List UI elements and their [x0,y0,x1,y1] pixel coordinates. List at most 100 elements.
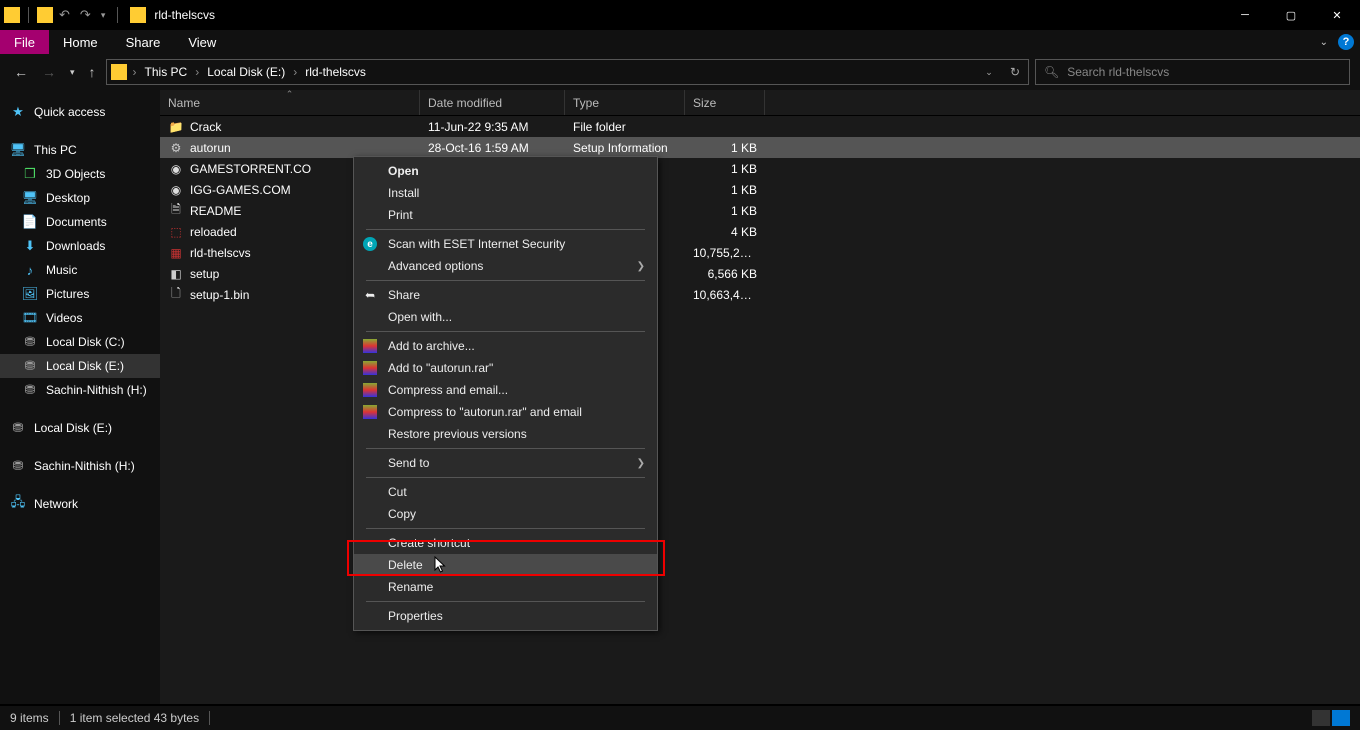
tab-view[interactable]: View [174,30,230,54]
sidebar-item-documents[interactable]: 📄Documents [0,210,160,234]
back-button[interactable]: ← [10,60,32,84]
qat-icon-2[interactable] [37,7,53,23]
file-size: 10,755,264 ... [685,246,765,260]
sidebar-network[interactable]: 🖧Network [0,492,160,516]
qat-icon-1[interactable] [4,7,20,23]
pictures-icon: 🖼 [22,286,38,302]
col-date[interactable]: Date modified [420,90,565,115]
search-icon: 🔍︎ [1044,65,1059,79]
window-title: rld-thelscvs [154,8,215,22]
close-button[interactable]: ✕ [1314,0,1360,30]
file-row[interactable]: ▦rld-thelscvse10,755,264 ... [160,242,1360,263]
ribbon-expand-icon[interactable]: ⌄ [1320,37,1328,48]
videos-icon: 🎞 [22,310,38,326]
file-row[interactable]: 🗋setup-1.bin10,663,487 ... [160,284,1360,305]
recent-dropdown[interactable]: ▾ [66,63,79,82]
undo-icon[interactable]: ↶ [55,7,74,23]
file-row[interactable]: ◉IGG-GAMES.COMut1 KB [160,179,1360,200]
drive-icon: ⛃ [22,382,38,398]
file-size: 1 KB [685,141,765,155]
sidebar-item-disk-c[interactable]: ⛃Local Disk (C:) [0,330,160,354]
sidebar-item-disk-e[interactable]: ⛃Local Disk (E:) [0,354,160,378]
ctx-compress-autorun-email[interactable]: Compress to "autorun.rar" and email [354,401,657,423]
refresh-button[interactable]: ↻ [1002,60,1028,84]
addr-history-dropdown[interactable]: ⌄ [976,60,1002,84]
ctx-delete[interactable]: Delete [354,554,657,576]
ctx-create-shortcut[interactable]: Create shortcut [354,532,657,554]
file-row[interactable]: ⬚reloadedatio...4 KB [160,221,1360,242]
file-icon: ▦ [168,245,184,261]
sidebar-item-downloads[interactable]: ⬇Downloads [0,234,160,258]
view-details-button[interactable] [1312,710,1330,726]
file-row[interactable]: 📁Crack11-Jun-22 9:35 AMFile folder [160,116,1360,137]
col-type[interactable]: Type [565,90,685,115]
address-bar[interactable]: › This PC › Local Disk (E:) › rld-thelsc… [106,59,1029,85]
tab-share[interactable]: Share [112,30,175,54]
view-icons-button[interactable] [1332,710,1350,726]
file-size: 1 KB [685,183,765,197]
ctx-open-with[interactable]: Open with... [354,306,657,328]
rar-icon [362,338,378,354]
tab-home[interactable]: Home [49,30,112,54]
status-item-count: 9 items [10,711,49,725]
ctx-properties[interactable]: Properties [354,605,657,627]
col-size[interactable]: Size [685,90,765,115]
ctx-install[interactable]: Install [354,182,657,204]
title-bar: ↶ ↷ ▾ rld-thelscvs ─ ▢ ✕ [0,0,1360,30]
status-selection: 1 item selected 43 bytes [70,711,199,725]
ctx-add-autorun-rar[interactable]: Add to "autorun.rar" [354,357,657,379]
up-button[interactable]: ↑ [85,60,100,84]
sidebar-item-desktop[interactable]: 🖥Desktop [0,186,160,210]
col-name[interactable]: ⌃Name [160,90,420,115]
sidebar-this-pc[interactable]: 🖥This PC [0,138,160,162]
ctx-eset-scan[interactable]: eScan with ESET Internet Security [354,233,657,255]
minimize-button[interactable]: ─ [1222,0,1268,30]
help-icon[interactable]: ? [1338,34,1354,50]
sidebar-item-3dobjects[interactable]: ❒3D Objects [0,162,160,186]
file-date: 28-Oct-16 1:59 AM [420,141,565,155]
pc-icon: 🖥 [10,142,26,158]
nav-row: ← → ▾ ↑ › This PC › Local Disk (E:) › rl… [0,54,1360,90]
file-row[interactable]: ⚙autorun28-Oct-16 1:59 AMSetup Informati… [160,137,1360,158]
sidebar-ext-disk-e[interactable]: ⛃Local Disk (E:) [0,416,160,440]
forward-button[interactable]: → [38,60,60,84]
ctx-copy[interactable]: Copy [354,503,657,525]
crumb-folder[interactable]: rld-thelscvs [299,60,372,84]
search-input[interactable]: 🔍︎ Search rld-thelscvs [1035,59,1350,85]
addr-folder-icon [111,64,127,80]
crumb-thispc[interactable]: This PC [139,60,194,84]
ctx-compress-email[interactable]: Compress and email... [354,379,657,401]
qat-dropdown[interactable]: ▾ [97,10,110,21]
file-size: 10,663,487 ... [685,288,765,302]
file-row[interactable]: ◧setup6,566 KB [160,263,1360,284]
file-name: README [190,204,241,218]
ctx-share[interactable]: ➦Share [354,284,657,306]
documents-icon: 📄 [22,214,38,230]
ctx-send-to[interactable]: Send to❯ [354,452,657,474]
search-placeholder: Search rld-thelscvs [1067,65,1169,79]
sidebar-item-videos[interactable]: 🎞Videos [0,306,160,330]
file-name: IGG-GAMES.COM [190,183,291,197]
ctx-eset-advanced[interactable]: Advanced options❯ [354,255,657,277]
redo-icon[interactable]: ↷ [76,7,95,23]
file-row[interactable]: ◉GAMESTORRENT.COut1 KB [160,158,1360,179]
sort-asc-icon: ⌃ [286,89,294,100]
ctx-add-archive[interactable]: Add to archive... [354,335,657,357]
maximize-button[interactable]: ▢ [1268,0,1314,30]
ctx-rename[interactable]: Rename [354,576,657,598]
ctx-cut[interactable]: Cut [354,481,657,503]
file-row[interactable]: 🗎READMEt1 KB [160,200,1360,221]
sidebar-item-pictures[interactable]: 🖼Pictures [0,282,160,306]
sidebar-item-sachin[interactable]: ⛃Sachin-Nithish (H:) [0,378,160,402]
ctx-open[interactable]: Open [354,160,657,182]
crumb-drive[interactable]: Local Disk (E:) [201,60,291,84]
tab-file[interactable]: File [0,30,49,54]
sidebar-ext-sachin[interactable]: ⛃Sachin-Nithish (H:) [0,454,160,478]
drive-icon: ⛃ [10,458,26,474]
folder-icon [130,7,146,23]
ctx-print[interactable]: Print [354,204,657,226]
status-bar: 9 items 1 item selected 43 bytes [0,706,1360,730]
sidebar-item-music[interactable]: ♪Music [0,258,160,282]
ctx-restore-previous[interactable]: Restore previous versions [354,423,657,445]
sidebar-quick-access[interactable]: ★Quick access [0,100,160,124]
